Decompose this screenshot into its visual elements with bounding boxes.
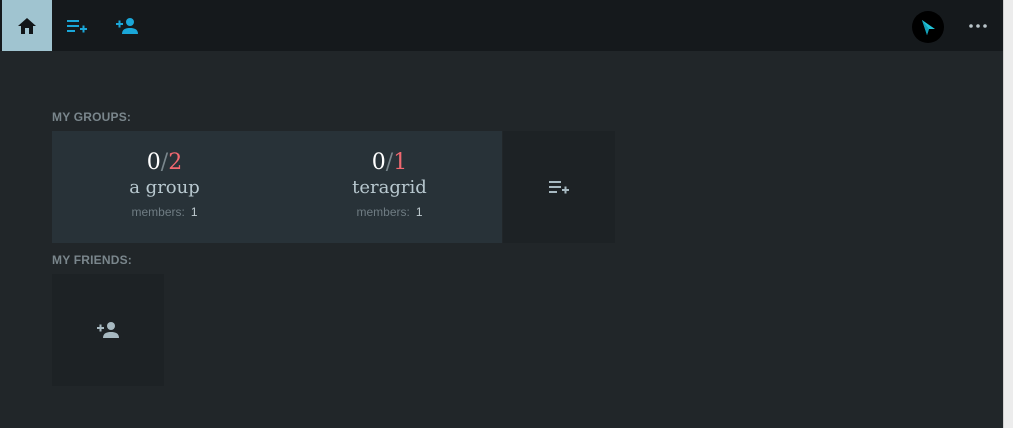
members-label: members:	[131, 205, 185, 219]
group-members: members: 1	[52, 205, 277, 219]
groups-panel: 0/2 a group members: 1 0/1 teragrid membe…	[52, 131, 502, 243]
new-group-button[interactable]	[52, 0, 102, 51]
more-menu-button[interactable]	[960, 11, 996, 41]
group-count: 0/2	[52, 150, 277, 176]
add-friend-tile[interactable]	[52, 274, 164, 386]
person-add-icon	[116, 17, 138, 34]
playlist-add-icon	[67, 19, 87, 32]
home-button[interactable]	[2, 0, 52, 51]
total-count: 2	[168, 150, 183, 175]
group-count: 0/1	[277, 150, 502, 176]
person-add-icon	[97, 322, 119, 338]
group-card-a-group[interactable]: 0/2 a group members: 1	[52, 131, 277, 243]
add-friend-button[interactable]	[102, 0, 152, 51]
group-card-teragrid[interactable]: 0/1 teragrid members: 1	[277, 131, 502, 243]
total-count: 1	[393, 150, 408, 175]
playlist-add-icon	[549, 181, 569, 194]
my-friends-heading: MY FRIENDS:	[52, 253, 132, 267]
my-groups-heading: MY GROUPS:	[52, 110, 132, 124]
more-horizontal-icon	[969, 24, 987, 28]
window-edge	[1003, 0, 1013, 428]
members-value: 1	[190, 205, 198, 219]
group-name: a group	[129, 177, 200, 198]
members-value: 1	[415, 205, 423, 219]
members-label: members:	[356, 205, 410, 219]
user-avatar[interactable]	[912, 11, 944, 43]
home-icon	[18, 17, 36, 34]
top-toolbar	[0, 0, 1003, 51]
add-group-tile[interactable]	[503, 131, 615, 243]
active-count: 0	[371, 150, 386, 175]
group-members: members: 1	[277, 205, 502, 219]
group-name: teragrid	[352, 177, 427, 198]
arrow-logo-icon	[922, 20, 935, 35]
app-window: MY GROUPS: 0/2 a group members: 1 0/1 ter…	[0, 0, 1003, 428]
active-count: 0	[146, 150, 161, 175]
